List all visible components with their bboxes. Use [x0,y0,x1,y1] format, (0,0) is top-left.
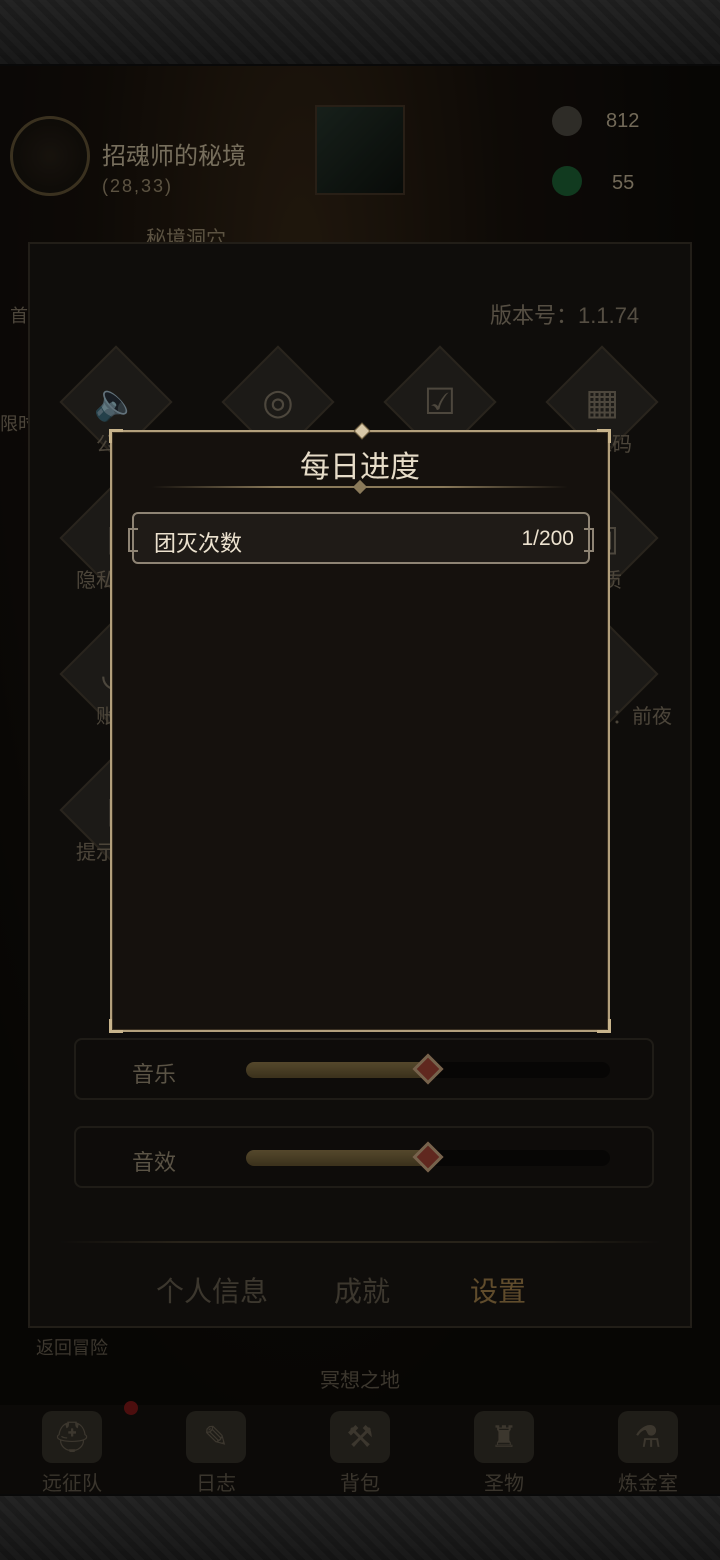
progress-row-label: 团灭次数 [154,531,243,556]
corner-ornament [597,429,611,443]
corner-ornament [597,1019,611,1033]
corner-ornament [109,1019,123,1033]
progress-row-wipe-count: 团灭次数 1/200 [128,512,594,564]
corner-ornament [109,429,123,443]
daily-progress-modal: 每日进度 团灭次数 1/200 [109,422,611,1033]
progress-row-value: 1/200 [521,527,574,550]
game-screen: 招魂师的秘境 (28,33) 812 55 秘境洞穴 首 限时 版本号：1.1.… [0,0,720,1560]
